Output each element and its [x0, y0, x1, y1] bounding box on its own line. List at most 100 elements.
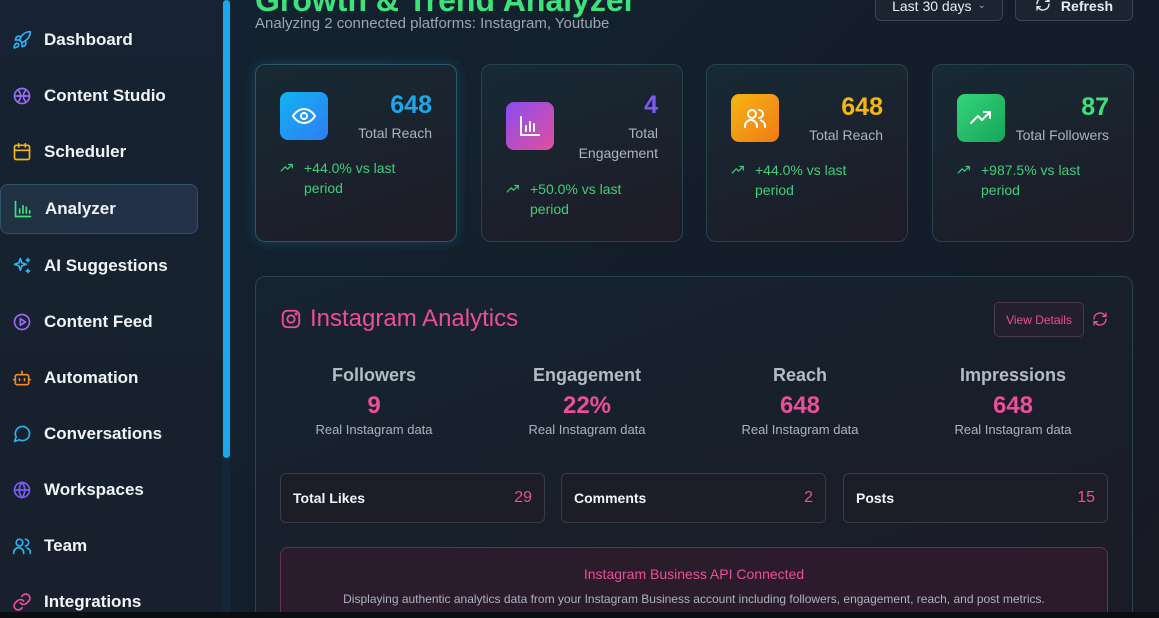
comments-card: Comments 2 — [561, 473, 826, 523]
stat-change-text: +987.5% vs last period — [981, 162, 1081, 198]
metric-note: Real Instagram data — [528, 422, 646, 437]
trending-up-icon — [957, 94, 1005, 142]
play-circle-icon — [12, 312, 32, 332]
mini-card-value: 2 — [804, 489, 813, 506]
metric-name: Followers — [331, 365, 416, 385]
sidebar-item-label: Content Studio — [44, 86, 166, 105]
stat-change-text: +44.0% vs last period — [304, 160, 396, 196]
sidebar-item-label: Team — [44, 536, 88, 555]
stat-card-total-reach: 648 Total Reach +44.0% vs last period — [255, 64, 457, 242]
view-details-button[interactable]: View Details — [994, 302, 1084, 337]
sidebar-item-label: Automation — [44, 368, 139, 387]
metric-note: Real Instagram data — [741, 422, 859, 437]
sidebar-item-label: Scheduler — [44, 142, 127, 161]
metric-value: 9 — [367, 392, 381, 419]
posts-card: Posts 15 — [843, 473, 1108, 523]
rocket-icon — [12, 30, 32, 50]
sidebar-item-dashboard[interactable]: Dashboard — [0, 15, 198, 65]
metric-value: 648 — [992, 392, 1034, 419]
stat-label: Total Reach — [358, 125, 432, 141]
sidebar-item-content-feed[interactable]: Content Feed — [0, 297, 198, 347]
sidebar-item-automation[interactable]: Automation — [0, 353, 198, 403]
trending-up-icon — [506, 181, 522, 219]
metric-reach: Reach 648 Real Instagram data — [700, 365, 900, 437]
instagram-panel-title: Instagram Analytics — [310, 305, 519, 332]
sidebar-item-label: Content Feed — [44, 312, 153, 331]
metric-note: Real Instagram data — [315, 422, 433, 437]
stat-value: 87 — [1081, 93, 1109, 121]
mini-card-label: Posts — [856, 490, 895, 506]
metric-note: Real Instagram data — [954, 422, 1072, 437]
sidebar-item-label: Conversations — [44, 424, 163, 443]
sidebar-item-label: Dashboard — [44, 30, 133, 49]
chevron-down-icon: ⌄ — [977, 0, 986, 11]
date-range-label: Last 30 days — [892, 0, 972, 14]
metric-value: 648 — [779, 392, 821, 419]
palette-icon — [12, 86, 32, 106]
stat-value: 648 — [390, 91, 432, 119]
refresh-button[interactable]: Refresh — [1015, 0, 1133, 21]
sidebar-item-analyzer[interactable]: Analyzer — [0, 184, 198, 234]
refresh-icon — [1035, 0, 1051, 15]
instagram-icon — [281, 309, 301, 329]
metric-impressions: Impressions 648 Real Instagram data — [913, 365, 1113, 437]
api-status-box: Instagram Business API Connected Display… — [280, 547, 1108, 618]
total-likes-card: Total Likes 29 — [280, 473, 545, 523]
sidebar-item-team[interactable]: Team — [0, 521, 198, 571]
stat-change-text: +44.0% vs last period — [755, 162, 847, 198]
sidebar-item-content-studio[interactable]: Content Studio — [0, 71, 198, 121]
mini-card-value: 29 — [514, 489, 532, 506]
metric-value: 22% — [562, 392, 612, 419]
mini-card-value: 15 — [1077, 489, 1095, 506]
stat-card-total-engagement: 4 Total Engagement +50.0% vs last period — [481, 64, 683, 242]
metric-engagement: Engagement 22% Real Instagram data — [487, 365, 687, 437]
sidebar-item-scheduler[interactable]: Scheduler — [0, 127, 198, 177]
sidebar-item-workspaces[interactable]: Workspaces — [0, 465, 198, 515]
stat-label: Total Reach — [809, 127, 883, 143]
mini-card-label: Comments — [574, 490, 647, 506]
sidebar-item-conversations[interactable]: Conversations — [0, 409, 198, 459]
api-status-description: Displaying authentic analytics data from… — [343, 592, 1045, 606]
sidebar-item-label: Analyzer — [45, 199, 116, 218]
sidebar-item-label: Integrations — [44, 592, 142, 611]
sidebar: Dashboard Content Studio Scheduler Analy… — [0, 0, 222, 613]
sidebar-scrollbar-thumb[interactable] — [223, 0, 230, 458]
globe-icon — [12, 480, 32, 500]
bar-chart-icon — [13, 199, 33, 219]
link-icon — [12, 592, 32, 612]
stat-change: +50.0% vs last period — [506, 179, 660, 219]
bar-chart-icon — [506, 102, 554, 150]
chat-bubble-icon — [12, 424, 32, 444]
stat-change: +987.5% vs last period — [957, 160, 1111, 200]
trending-up-icon — [957, 162, 973, 200]
app-root: Dashboard Content Studio Scheduler Analy… — [0, 0, 1159, 618]
main-content: Growth & Trend Analyzer Analyzing 2 conn… — [231, 0, 1159, 618]
stat-card-total-followers: 87 Total Followers +987.5% vs last perio… — [932, 64, 1134, 242]
stat-label: Total Followers — [1015, 127, 1109, 143]
window-bottom-edge — [0, 612, 1159, 618]
stat-value: 648 — [841, 93, 883, 121]
sidebar-item-label: Workspaces — [44, 480, 144, 499]
mini-card-label: Total Likes — [293, 490, 366, 506]
stat-change: +44.0% vs last period — [731, 160, 885, 200]
eye-icon — [280, 92, 328, 140]
instagram-panel-header: Instagram Analytics — [280, 305, 518, 333]
date-range-select[interactable]: Last 30 days ⌄ — [875, 0, 1003, 21]
users-icon — [731, 94, 779, 142]
bot-icon — [12, 368, 32, 388]
instagram-analytics-panel: Instagram Analytics View Details Followe… — [255, 276, 1133, 618]
sparkles-icon — [12, 256, 32, 276]
trending-up-icon — [731, 162, 747, 200]
api-status-title: Instagram Business API Connected — [583, 566, 805, 582]
stat-value: 4 — [644, 91, 658, 119]
page-subtitle: Analyzing 2 connected platforms: Instagr… — [255, 15, 610, 32]
metric-name: Reach — [772, 365, 828, 385]
stat-label: Total Engagement — [578, 125, 658, 161]
sidebar-item-ai-suggestions[interactable]: AI Suggestions — [0, 241, 198, 291]
refresh-icon[interactable] — [1092, 311, 1108, 327]
sidebar-item-label: AI Suggestions — [44, 256, 168, 275]
stat-change-text: +50.0% vs last period — [530, 181, 622, 217]
refresh-label: Refresh — [1060, 0, 1114, 14]
stat-card-total-reach-2: 648 Total Reach +44.0% vs last period — [706, 64, 908, 242]
calendar-icon — [12, 142, 32, 162]
